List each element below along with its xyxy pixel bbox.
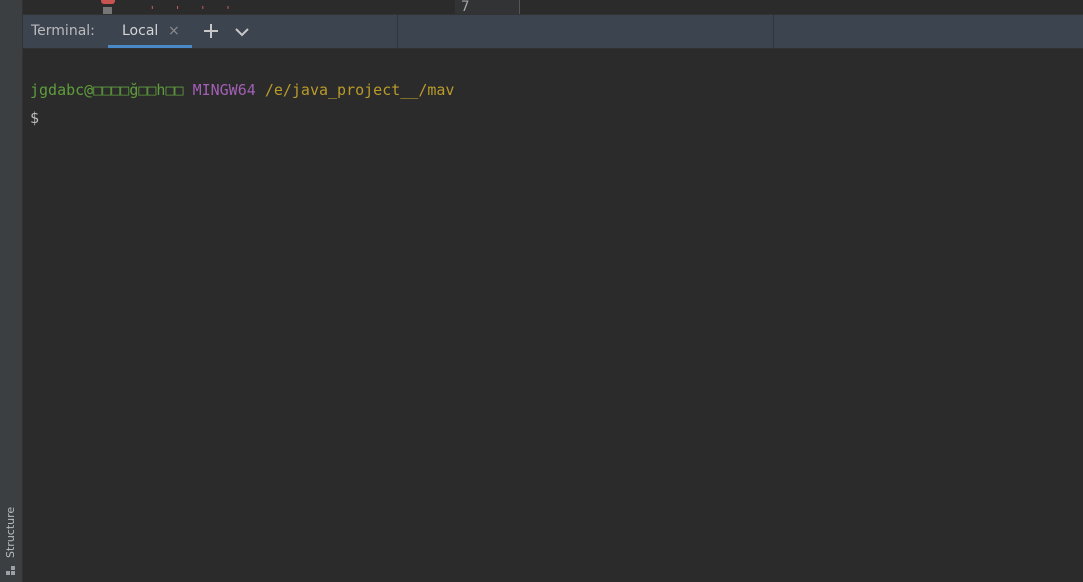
fold-marker-icon xyxy=(103,7,112,14)
new-session-button[interactable] xyxy=(201,20,221,42)
chevron-down-icon xyxy=(235,28,249,37)
left-tool-strip: Structure xyxy=(0,0,23,582)
terminal-output[interactable]: jgdabc@□□□□ğ□□h□□ MINGW64 /e/java_projec… xyxy=(23,49,1083,582)
line-number: 7 xyxy=(461,0,470,15)
prompt-line: jgdabc@□□□□ğ□□h□□ MINGW64 /e/java_projec… xyxy=(30,81,454,99)
terminal-header: Terminal: Local × xyxy=(23,15,1083,49)
error-marker xyxy=(101,0,115,4)
editor-code-fragment: ' ' ' ' xyxy=(149,4,238,15)
structure-tab-label: Structure xyxy=(4,506,17,558)
plus-icon xyxy=(204,24,218,38)
session-dropdown-button[interactable] xyxy=(233,23,251,41)
editor-area-remnant: ' ' ' ' 7 xyxy=(23,0,1083,15)
prompt-symbol: $ xyxy=(30,109,40,127)
active-tab-indicator xyxy=(108,45,192,48)
close-icon[interactable]: × xyxy=(168,23,180,39)
header-divider xyxy=(397,15,398,48)
structure-icon xyxy=(6,566,15,575)
prompt-user-host: jgdabc@□□□□ğ□□h□□ xyxy=(30,81,184,99)
tab-label: Local xyxy=(122,23,159,39)
tab-local[interactable]: Local × xyxy=(108,15,192,48)
header-divider xyxy=(773,15,774,48)
ide-window: Structure ' ' ' ' 7 Terminal: Local × jg… xyxy=(0,0,1083,582)
structure-tool-tab[interactable]: Structure xyxy=(0,468,22,575)
prompt-path: /e/java_project__/mav xyxy=(264,81,455,99)
terminal-title: Terminal: xyxy=(31,23,95,39)
prompt-system: MINGW64 xyxy=(192,81,256,99)
